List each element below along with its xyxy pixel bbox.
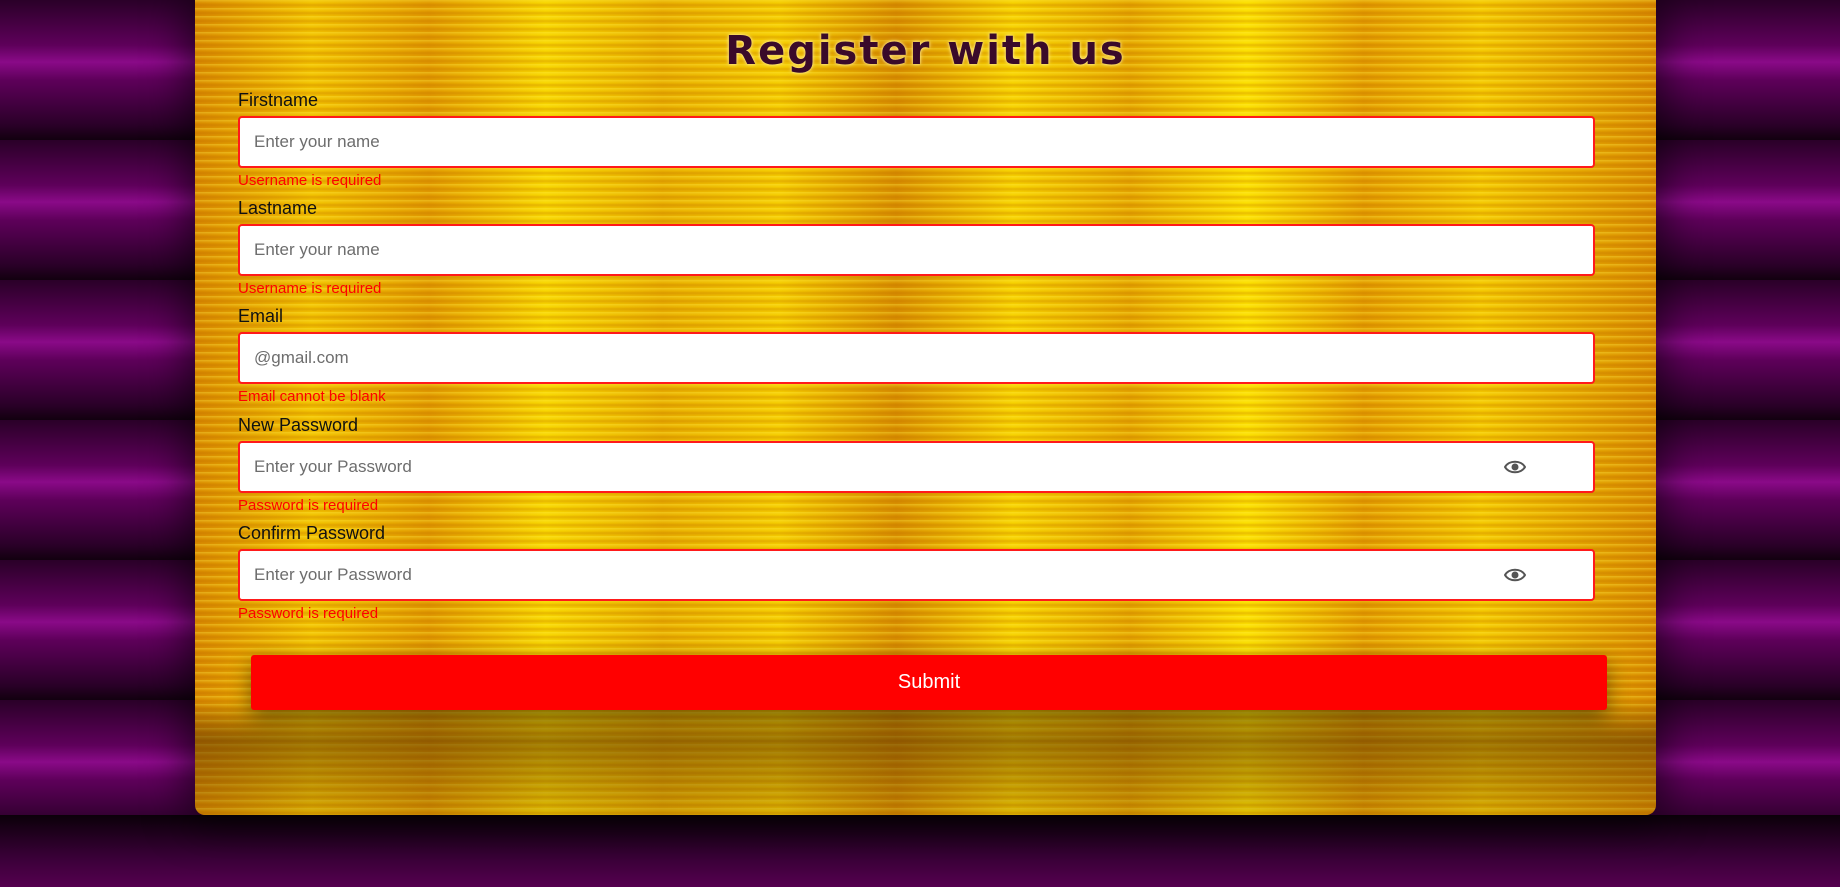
confirm-password-error: Password is required [238,605,379,622]
page-footer-band [0,815,1840,887]
new-password-error: Password is required [238,497,379,514]
eye-icon[interactable] [1503,565,1527,585]
email-field-group: Email Email cannot be blank [238,306,1595,406]
firstname-label: Firstname [238,90,319,110]
new-password-input[interactable] [238,441,1595,493]
page-title: Register with us [725,28,1126,74]
email-label: Email [238,306,284,326]
confirm-password-input[interactable] [238,549,1595,601]
new-password-label: New Password [238,415,359,435]
confirm-password-label: Confirm Password [238,523,386,543]
firstname-error: Username is required [238,172,382,189]
lastname-error: Username is required [238,280,382,297]
firstname-input-wrapper [238,116,1595,168]
firstname-field-group: Firstname Username is required [238,90,1595,190]
email-input-wrapper [238,332,1595,384]
submit-button[interactable]: Submit [251,655,1607,710]
lastname-label: Lastname [238,198,318,218]
confirm-password-input-wrapper [238,549,1595,601]
email-error: Email cannot be blank [238,388,386,405]
new-password-input-wrapper [238,441,1595,493]
firstname-input[interactable] [238,116,1595,168]
lastname-input[interactable] [238,224,1595,276]
card-shadow-overlay [195,700,1656,815]
confirm-password-field-group: Confirm Password Password is required [238,523,1595,623]
lastname-field-group: Lastname Username is required [238,198,1595,298]
lastname-input-wrapper [238,224,1595,276]
eye-icon[interactable] [1503,457,1527,477]
email-input[interactable] [238,332,1595,384]
registration-card: Register with us Firstname Username is r… [195,0,1656,815]
new-password-field-group: New Password Password is required [238,415,1595,515]
